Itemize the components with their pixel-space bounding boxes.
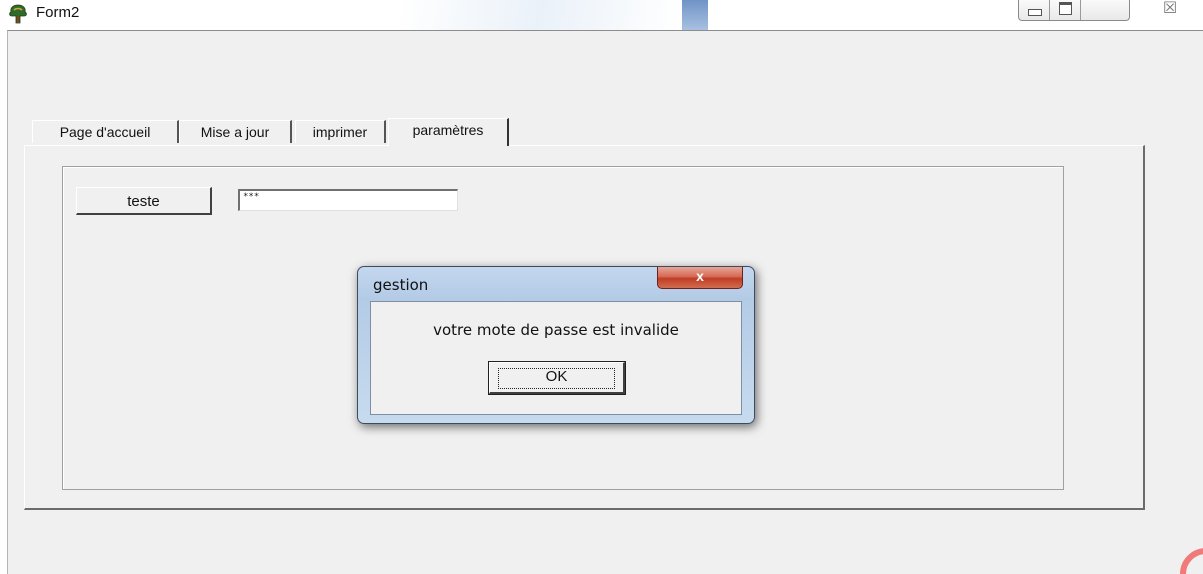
tab-mise-a-jour[interactable]: Mise a jour: [179, 120, 292, 143]
screen: Form2 ☒ Page d'accueil Mise a jour impri…: [0, 0, 1203, 574]
teste-button[interactable]: teste: [76, 187, 212, 215]
dialog-body: votre mote de passe est invalide OK: [370, 301, 742, 415]
tab-page-accueil[interactable]: Page d'accueil: [32, 120, 179, 143]
window-titlebar[interactable]: Form2 ☒: [0, 0, 1203, 30]
tab-imprimer[interactable]: imprimer: [295, 120, 386, 143]
minimize-icon[interactable]: [1019, 0, 1050, 20]
maximize-icon[interactable]: [1050, 0, 1081, 20]
focus-rectangle: [498, 368, 615, 389]
dialog-message: votre mote de passe est invalide: [433, 321, 679, 339]
window-controls: [1018, 0, 1130, 21]
dialog-close-icon[interactable]: x: [657, 267, 743, 289]
message-dialog: gestion x votre mote de passe est invali…: [357, 266, 755, 424]
tree-icon: [9, 4, 27, 24]
dialog-title: gestion: [373, 276, 429, 294]
window-title: Form2: [36, 4, 80, 21]
ok-button[interactable]: OK: [488, 361, 626, 395]
password-field[interactable]: ***: [238, 189, 458, 211]
close-icon[interactable]: ☒: [1150, 0, 1190, 22]
tab-parametres[interactable]: paramètres: [388, 118, 509, 146]
